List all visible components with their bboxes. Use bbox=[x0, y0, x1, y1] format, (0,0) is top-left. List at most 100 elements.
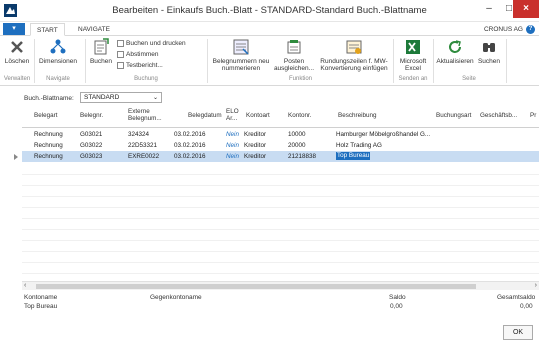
scroll-right-icon[interactable]: › bbox=[535, 282, 537, 290]
dimensions-icon bbox=[50, 39, 66, 54]
ribbon-separator bbox=[433, 39, 434, 83]
group-send-label: Senden an bbox=[398, 76, 428, 82]
empty-row-line bbox=[22, 262, 539, 263]
cell-description-editing[interactable]: Top Bureau bbox=[336, 152, 371, 160]
close-button[interactable]: × bbox=[513, 0, 539, 18]
empty-row-line bbox=[22, 185, 539, 186]
header-description[interactable]: Beschreibung bbox=[338, 112, 377, 119]
test-report-button[interactable]: Testbericht... bbox=[117, 62, 163, 69]
ok-button[interactable]: OK bbox=[503, 325, 533, 340]
apply-entries-button[interactable]: Posten ausgleichen... bbox=[273, 38, 315, 72]
delete-label: Löschen bbox=[4, 58, 30, 65]
balance-label: Saldo bbox=[389, 294, 406, 301]
renumber-button[interactable]: Belegnummern neu nummerieren bbox=[210, 38, 272, 72]
delete-button[interactable]: Löschen bbox=[3, 38, 31, 65]
find-button[interactable]: Suchen bbox=[476, 38, 502, 65]
empty-row-line bbox=[22, 251, 539, 252]
journal-name-select[interactable]: STANDARD ⌄ bbox=[80, 92, 162, 103]
printer-icon bbox=[117, 40, 124, 47]
refresh-label: Aktualisieren bbox=[436, 58, 474, 65]
table-row[interactable]: Rechnung G03022 22D53321 03.02.2016 Nein… bbox=[22, 140, 539, 151]
post-label: Buchen bbox=[89, 58, 113, 65]
ribbon-separator bbox=[34, 39, 35, 83]
header-account-no[interactable]: Kontonr. bbox=[288, 112, 311, 119]
help-icon[interactable]: ? bbox=[526, 24, 535, 34]
empty-row-line bbox=[22, 273, 539, 274]
cell-elo[interactable]: Nein bbox=[226, 142, 239, 149]
scrollbar-thumb[interactable] bbox=[36, 284, 476, 289]
refresh-icon bbox=[449, 40, 461, 53]
cell-elo[interactable]: Nein bbox=[226, 153, 239, 160]
journal-lines-grid: Belegart Belegnr. Externe Belegnum... Be… bbox=[14, 106, 539, 284]
cell-elo[interactable]: Nein bbox=[226, 131, 239, 138]
cell-ext-doc-no: EXRE0022 bbox=[128, 153, 160, 160]
dimensions-label: Dimensionen bbox=[39, 58, 77, 65]
ribbon-separator bbox=[506, 39, 507, 83]
company-name: CRONUS AG? bbox=[484, 23, 535, 36]
cell-doc-date: 03.02.2016 bbox=[174, 153, 206, 160]
ribbon: Löschen Verwalten Dimensionen Navigate B… bbox=[0, 36, 539, 86]
tab-navigate[interactable]: NAVIGATE bbox=[72, 23, 116, 36]
header-doc-type[interactable]: Belegart bbox=[34, 112, 57, 119]
cell-account-no: 21218838 bbox=[288, 153, 317, 160]
refresh-button[interactable]: Aktualisieren bbox=[436, 38, 474, 65]
horizontal-scrollbar[interactable]: ‹ › bbox=[22, 281, 539, 290]
cell-doc-type: Rechnung bbox=[34, 142, 63, 149]
group-posting-label: Buchung bbox=[134, 76, 158, 82]
journal-name-label: Buch.-Blattname: bbox=[24, 95, 74, 102]
total-balance-label: Gesamtsaldo bbox=[497, 294, 536, 301]
group-manage-label: Verwalten bbox=[3, 76, 31, 82]
balance-value: 0,00 bbox=[390, 303, 403, 310]
cell-description: Holz Trading AG bbox=[336, 142, 382, 149]
renumber-label: Belegnummern neu nummerieren bbox=[212, 58, 270, 72]
excel-button[interactable]: Microsoft Excel bbox=[396, 38, 430, 72]
footer-totals: Kontoname Top Bureau Gegenkontoname Sald… bbox=[0, 290, 539, 344]
ribbon-separator bbox=[85, 39, 86, 83]
header-doc-no[interactable]: Belegnr. bbox=[80, 112, 103, 119]
header-ext-doc-no[interactable]: Externe Belegnum... bbox=[128, 108, 168, 122]
header-more[interactable]: Pr bbox=[530, 112, 536, 119]
binoculars-icon bbox=[483, 43, 495, 52]
post-print-button[interactable]: Buchen und drucken bbox=[117, 40, 186, 47]
header-elo[interactable]: ELO Ar... bbox=[226, 108, 242, 122]
cell-account-type: Kreditor bbox=[244, 153, 267, 160]
table-row-selected[interactable]: Rechnung G03023 EXRE0022 03.02.2016 Nein… bbox=[14, 151, 539, 162]
group-function-label: Funktion bbox=[288, 76, 312, 82]
post-button[interactable]: Buchen bbox=[88, 38, 114, 65]
journal-name-row: Buch.-Blattname: STANDARD ⌄ bbox=[0, 86, 539, 106]
header-account-type[interactable]: Kontoart bbox=[246, 112, 270, 119]
apply-entries-icon bbox=[287, 40, 301, 54]
group-navigate-label: Navigate bbox=[46, 76, 70, 82]
post-print-label: Buchen und drucken bbox=[126, 40, 186, 48]
journal-name-value: STANDARD bbox=[84, 94, 120, 101]
bal-account-name-label: Gegenkontoname bbox=[150, 294, 202, 301]
total-balance-value: 0,00 bbox=[520, 303, 533, 310]
empty-row-line bbox=[22, 229, 539, 230]
group-page-label: Seite bbox=[462, 76, 476, 82]
dimensions-button[interactable]: Dimensionen bbox=[36, 38, 80, 65]
reconcile-label: Abstimmen bbox=[126, 51, 159, 59]
find-label: Suchen bbox=[477, 58, 501, 65]
account-name-value: Top Bureau bbox=[24, 303, 58, 310]
header-posting-type[interactable]: Buchungsart bbox=[436, 112, 471, 119]
table-row[interactable]: Rechnung G03021 324324 03.02.2016 Nein K… bbox=[22, 129, 539, 140]
minimize-button[interactable]: – bbox=[479, 0, 499, 18]
delete-icon bbox=[11, 41, 23, 53]
reconcile-button[interactable]: Abstimmen bbox=[117, 51, 159, 58]
title-bar: Bearbeiten - Einkaufs Buch.-Blatt - STAN… bbox=[0, 0, 539, 22]
rounding-vat-button[interactable]: Rundungszeilen f. MW-Konvertierung einfü… bbox=[317, 38, 391, 72]
header-business[interactable]: Geschäftsb... bbox=[480, 112, 517, 119]
cell-account-type: Kreditor bbox=[244, 142, 267, 149]
ribbon-tabs: ▾ START NAVIGATE CRONUS AG? bbox=[0, 23, 539, 36]
scroll-left-icon[interactable]: ‹ bbox=[24, 282, 26, 290]
rounding-icon bbox=[346, 40, 362, 54]
window-title: Bearbeiten - Einkaufs Buch.-Blatt - STAN… bbox=[112, 5, 427, 16]
cell-doc-date: 03.02.2016 bbox=[174, 142, 206, 149]
post-icon bbox=[94, 38, 109, 55]
header-doc-date[interactable]: Belegdatum bbox=[188, 112, 222, 119]
file-menu-button[interactable]: ▾ bbox=[3, 23, 25, 35]
tab-start[interactable]: START bbox=[30, 23, 65, 36]
ribbon-separator bbox=[393, 39, 394, 83]
rounding-vat-label: Rundungszeilen f. MW-Konvertierung einfü… bbox=[320, 58, 388, 72]
cell-account-type: Kreditor bbox=[244, 131, 267, 138]
